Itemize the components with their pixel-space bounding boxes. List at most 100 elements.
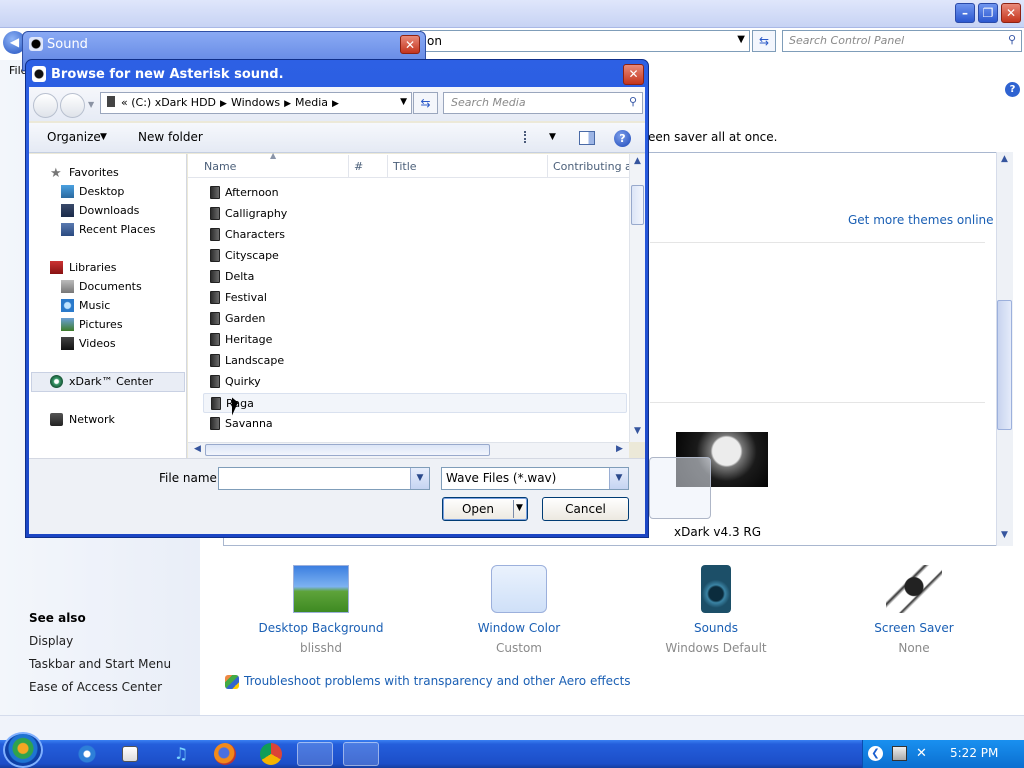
column-number[interactable]: # bbox=[354, 160, 363, 173]
nav-recent-places[interactable]: Recent Places bbox=[79, 223, 156, 236]
breadcrumb-prefix[interactable]: « bbox=[121, 96, 128, 109]
theme-selection-box[interactable] bbox=[649, 457, 711, 519]
search-icon[interactable]: ⚲ bbox=[1008, 33, 1016, 46]
column-separator[interactable] bbox=[387, 155, 388, 177]
file-list-item[interactable]: Quirky bbox=[203, 372, 627, 392]
checkbox-app-icon[interactable] bbox=[122, 746, 138, 762]
chevron-down-icon[interactable]: ▼ bbox=[737, 34, 745, 45]
breadcrumb-drive[interactable]: (C:) xDark HDD bbox=[131, 96, 216, 109]
window-color-item[interactable]: Window Color Custom bbox=[449, 565, 589, 655]
refresh-icon[interactable]: ⇆ bbox=[413, 92, 438, 114]
cancel-button[interactable]: Cancel bbox=[542, 497, 629, 521]
file-name-input[interactable] bbox=[218, 467, 430, 490]
browse-close-button[interactable]: ✕ bbox=[623, 64, 644, 85]
close-button[interactable]: ✕ bbox=[1001, 3, 1021, 23]
restore-button[interactable]: ❐ bbox=[978, 3, 998, 23]
item-title[interactable]: Window Color bbox=[449, 621, 589, 635]
nav-network[interactable]: Network bbox=[69, 413, 115, 426]
file-list-item[interactable]: Festival bbox=[203, 288, 627, 308]
column-separator[interactable] bbox=[547, 155, 548, 177]
recent-locations-icon[interactable]: ▼ bbox=[88, 100, 94, 109]
back-icon[interactable] bbox=[33, 93, 58, 118]
scroll-up-icon[interactable]: ▲ bbox=[630, 156, 645, 166]
help-icon[interactable]: ? bbox=[1005, 82, 1020, 97]
media-app-icon[interactable] bbox=[297, 742, 333, 766]
file-list-item[interactable]: Raga bbox=[203, 393, 627, 413]
nav-pictures[interactable]: Pictures bbox=[79, 318, 123, 331]
breadcrumb[interactable]: « (C:) xDark HDD ▶ Windows ▶ Media ▶ ▼ bbox=[100, 92, 412, 114]
screen-saver-item[interactable]: Screen Saver None bbox=[844, 565, 984, 655]
chevron-right-icon[interactable]: ▶ bbox=[220, 99, 227, 109]
item-title[interactable]: Desktop Background bbox=[251, 621, 391, 635]
nav-music[interactable]: Music bbox=[79, 299, 110, 312]
network-tray-icon[interactable] bbox=[892, 746, 907, 761]
nav-videos[interactable]: Videos bbox=[79, 337, 116, 350]
file-list-item[interactable]: Savanna bbox=[203, 414, 627, 434]
music-note-icon[interactable]: ♫ bbox=[170, 743, 192, 765]
chevron-left-icon[interactable]: ❮ bbox=[868, 746, 883, 761]
forward-icon[interactable] bbox=[60, 93, 85, 118]
scroll-down-icon[interactable]: ▼ bbox=[997, 530, 1012, 540]
nav-xdark-center[interactable]: xDark™ Center bbox=[69, 375, 153, 388]
column-separator[interactable] bbox=[348, 155, 349, 177]
scroll-down-icon[interactable]: ▼ bbox=[630, 426, 645, 436]
clock[interactable]: 5:22 PM bbox=[950, 746, 998, 760]
breadcrumb-windows[interactable]: Windows bbox=[231, 96, 280, 109]
sound-close-button[interactable]: ✕ bbox=[400, 35, 420, 54]
scroll-thumb[interactable] bbox=[997, 300, 1012, 430]
column-contributing-artists[interactable]: Contributing art bbox=[553, 160, 629, 173]
minimize-button[interactable]: – bbox=[955, 3, 975, 23]
ease-of-access-link[interactable]: Ease of Access Center bbox=[29, 680, 162, 694]
nav-desktop[interactable]: Desktop bbox=[79, 185, 124, 198]
help-icon[interactable]: ? bbox=[614, 130, 631, 147]
file-type-select[interactable]: Wave Files (*.wav) bbox=[441, 467, 629, 490]
item-title[interactable]: Sounds bbox=[646, 621, 786, 635]
organize-button[interactable]: Organize bbox=[47, 130, 101, 144]
scroll-up-icon[interactable]: ▲ bbox=[997, 154, 1012, 164]
chevron-down-icon[interactable]: ▼ bbox=[410, 468, 429, 489]
preview-pane-icon[interactable] bbox=[579, 131, 595, 145]
chevron-right-icon[interactable]: ▶ bbox=[332, 99, 339, 109]
file-list-item[interactable]: Afternoon bbox=[203, 183, 627, 203]
chrome-icon[interactable] bbox=[260, 743, 282, 765]
item-title[interactable]: Screen Saver bbox=[844, 621, 984, 635]
file-list-item[interactable]: Characters bbox=[203, 225, 627, 245]
control-panel-search-input[interactable]: Search Control Panel ⚲ bbox=[782, 30, 1022, 52]
view-options-icon[interactable] bbox=[524, 131, 540, 143]
file-list-item[interactable]: Cityscape bbox=[203, 246, 627, 266]
file-list-item[interactable]: Landscape bbox=[203, 351, 627, 371]
internet-explorer-icon[interactable] bbox=[76, 743, 98, 765]
nav-documents[interactable]: Documents bbox=[79, 280, 142, 293]
display-link[interactable]: Display bbox=[29, 634, 73, 648]
file-list-item[interactable]: Garden bbox=[203, 309, 627, 329]
column-title[interactable]: Title bbox=[393, 160, 417, 173]
nav-libraries[interactable]: Libraries bbox=[69, 261, 117, 274]
chevron-right-icon[interactable]: ▶ bbox=[284, 99, 291, 109]
troubleshoot-link[interactable]: Troubleshoot problems with transparency … bbox=[244, 674, 631, 688]
nav-downloads[interactable]: Downloads bbox=[79, 204, 139, 217]
refresh-icon[interactable]: ⇆ bbox=[752, 30, 776, 52]
chevron-down-icon[interactable]: ▼ bbox=[549, 132, 556, 142]
volume-muted-icon[interactable]: ✕ bbox=[916, 746, 931, 761]
chevron-down-icon[interactable]: ▼ bbox=[100, 132, 107, 142]
file-list-item[interactable]: Heritage bbox=[203, 330, 627, 350]
media-search-input[interactable]: Search Media ⚲ bbox=[443, 92, 643, 114]
vertical-scroll-thumb[interactable] bbox=[631, 185, 644, 225]
sounds-item[interactable]: Sounds Windows Default bbox=[646, 565, 786, 655]
taskbar-start-menu-link[interactable]: Taskbar and Start Menu bbox=[29, 657, 171, 671]
desktop-background-item[interactable]: Desktop Background blisshd bbox=[251, 565, 391, 655]
breadcrumb-media[interactable]: Media bbox=[295, 96, 328, 109]
scroll-right-icon[interactable]: ▶ bbox=[612, 444, 627, 454]
file-list-item[interactable]: Delta bbox=[203, 267, 627, 287]
scroll-left-icon[interactable]: ◀ bbox=[190, 444, 205, 454]
start-orb-icon[interactable] bbox=[3, 732, 43, 768]
nav-favorites[interactable]: Favorites bbox=[69, 166, 119, 179]
chevron-down-icon[interactable]: ▼ bbox=[516, 503, 523, 513]
file-list-item[interactable]: Calligraphy bbox=[203, 204, 627, 224]
address-bar[interactable]: on ▼ bbox=[420, 30, 750, 52]
firefox-icon[interactable] bbox=[214, 743, 236, 765]
get-more-themes-link[interactable]: Get more themes online bbox=[848, 213, 994, 227]
search-icon[interactable]: ⚲ bbox=[629, 95, 637, 108]
horizontal-scroll-thumb[interactable] bbox=[205, 444, 490, 456]
sound-app-icon[interactable] bbox=[343, 742, 379, 766]
